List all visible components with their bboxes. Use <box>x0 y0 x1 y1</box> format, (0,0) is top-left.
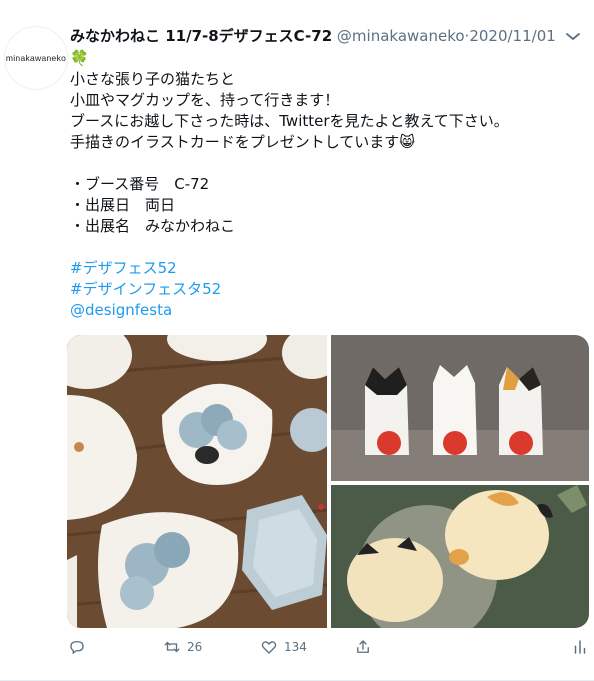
display-name[interactable]: みなかわねこ 11/7-8デザフェスC-72 <box>70 27 332 45</box>
text-line-blank <box>70 153 580 174</box>
tweet[interactable]: minakawaneko みなかわねこ 11/7-8デザフェスC-72 @min… <box>0 0 594 681</box>
avatar[interactable]: minakawaneko <box>4 26 68 90</box>
share-icon <box>357 640 369 653</box>
reply-icon <box>70 641 84 655</box>
text-line: 🍀 <box>70 49 89 67</box>
action-bar: 26 134 <box>0 638 594 660</box>
reply-button[interactable] <box>68 638 92 656</box>
text-line: ・ブース番号 C-72 <box>70 175 210 193</box>
photo-cat-figurines[interactable] <box>331 335 589 481</box>
text-line: 小皿やマグカップを、持って行きます！ <box>70 91 340 109</box>
photo-plates[interactable] <box>67 335 342 628</box>
retweet-count: 26 <box>187 640 203 654</box>
tweet-header: みなかわねこ 11/7-8デザフェスC-72 @minakawaneko·202… <box>70 26 556 46</box>
hashtag-link[interactable]: #デザフェス52 <box>70 258 580 279</box>
mention-link[interactable]: @designfesta <box>70 300 580 321</box>
tweet-date[interactable]: 2020/11/01 <box>469 27 555 45</box>
tweet-text: 🍀 小さな張り子の猫たちと 小皿やマグカップを、持って行きます！ ブースにお越し… <box>70 48 580 321</box>
photo-calico-plates[interactable] <box>331 485 589 628</box>
more-icon[interactable] <box>562 26 584 46</box>
text-line-blank <box>70 237 580 258</box>
avatar-logo-text: minakawaneko <box>5 53 67 63</box>
text-line: 小さな張り子の猫たちと <box>70 70 236 88</box>
media-grid <box>67 335 589 628</box>
user-handle[interactable]: @minakawaneko <box>337 27 465 45</box>
like-icon <box>261 641 277 654</box>
analytics-icon <box>574 640 586 654</box>
like-button[interactable]: 134 <box>260 638 307 656</box>
text-line: 手描きのイラストカードをプレゼントしています😸 <box>70 133 415 151</box>
retweet-icon <box>164 641 180 653</box>
hashtag-link[interactable]: #デザインフェスタ52 <box>70 279 580 300</box>
text-line: ・出展名 みなかわねこ <box>70 217 236 235</box>
like-count: 134 <box>284 640 307 654</box>
text-line: ブースにお越し下さった時は、Twitterを見たよと教えて下さい。 <box>70 112 509 130</box>
share-button[interactable] <box>354 638 372 656</box>
text-line: ・出展日 両日 <box>70 196 176 214</box>
analytics-button[interactable] <box>571 638 589 656</box>
retweet-button[interactable]: 26 <box>163 638 202 656</box>
